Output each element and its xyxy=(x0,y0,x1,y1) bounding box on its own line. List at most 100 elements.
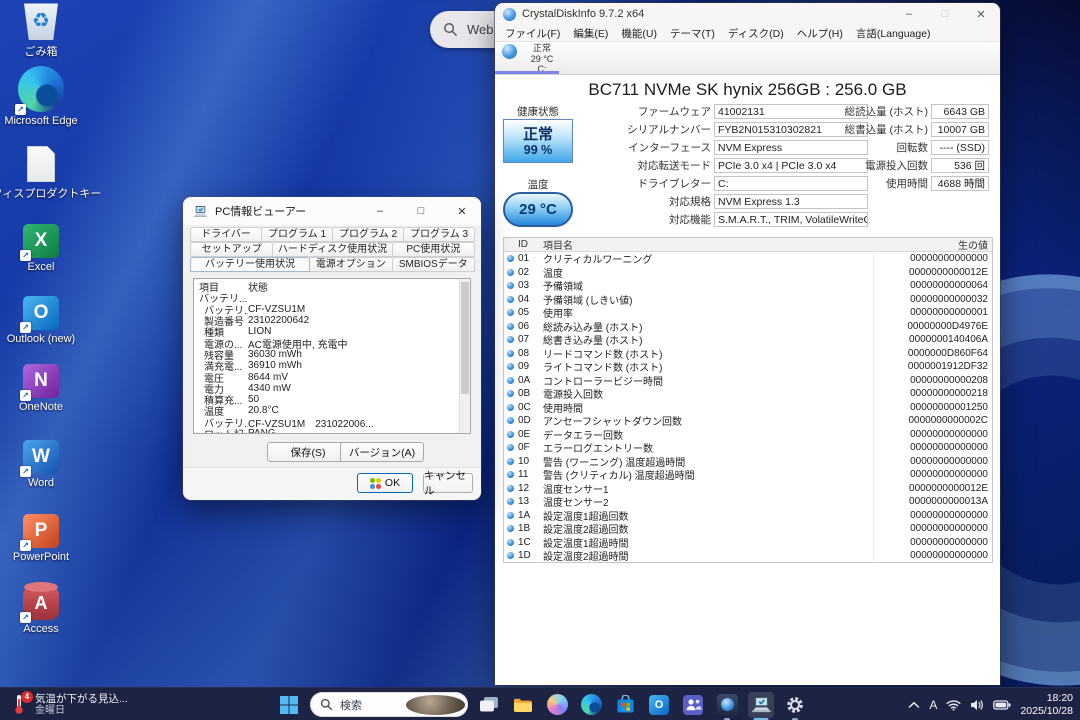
desktop-icon-access[interactable]: A↗ Access xyxy=(0,586,82,635)
smart-row[interactable]: 12温度センサー10000000000012E xyxy=(504,482,992,496)
menu-disk[interactable]: ディスク(D) xyxy=(728,26,784,41)
shortcut-arrow-icon: ↗ xyxy=(20,612,31,623)
tab-smbios-data[interactable]: SMBIOSデータ xyxy=(392,257,475,272)
smart-row[interactable]: 03予備領域00000000000064 xyxy=(504,279,992,293)
smart-row[interactable]: 0C使用時間00000000001250 xyxy=(504,401,992,415)
desktop-icon-onenote[interactable]: N↗ OneNote xyxy=(0,364,82,413)
tab-program1[interactable]: プログラム 1 xyxy=(261,227,333,242)
pc-info-viewer-taskbar-button[interactable] xyxy=(748,692,774,718)
desktop-icon-recycle-bin[interactable]: ♻ ごみ箱 xyxy=(0,2,82,59)
tab-program2[interactable]: プログラム 2 xyxy=(332,227,404,242)
cdi-title: CrystalDiskInfo 9.7.2 x64 xyxy=(522,8,888,20)
taskbar-clock[interactable]: 18:20 2025/10/28 xyxy=(1020,692,1073,717)
menu-file[interactable]: ファイル(F) xyxy=(505,26,560,41)
crystaldiskinfo-taskbar-button[interactable] xyxy=(714,692,740,718)
desktop-icon-office-product-key[interactable]: オフィスプロダクトキー xyxy=(0,146,82,201)
store-button[interactable] xyxy=(612,692,638,718)
smart-row[interactable]: 0B電源投入回数00000000000218 xyxy=(504,387,992,401)
cancel-button[interactable]: キャンセル xyxy=(423,473,473,493)
minimize-button[interactable]: – xyxy=(363,199,397,223)
desktop-icon-outlook[interactable]: O↗ Outlook (new) xyxy=(0,296,82,345)
volume-button[interactable] xyxy=(970,699,984,711)
menu-language[interactable]: 言語(Language) xyxy=(856,26,931,41)
desktop-icon-edge[interactable]: ↗ Microsoft Edge xyxy=(0,66,82,127)
tab-program3[interactable]: プログラム 3 xyxy=(403,227,475,242)
smart-row[interactable]: 04予備領域 (しきい値)00000000000032 xyxy=(504,293,992,307)
maximize-button[interactable]: □ xyxy=(404,199,438,223)
file-explorer-button[interactable] xyxy=(510,692,536,718)
smart-row[interactable]: 10警告 (ワーニング) 温度超過時間00000000000000 xyxy=(504,455,992,469)
tab-pc-usage[interactable]: PC使用状況 xyxy=(392,242,475,257)
menu-function[interactable]: 機能(U) xyxy=(621,26,657,41)
desktop-icon-excel[interactable]: X↗ Excel xyxy=(0,224,82,273)
battery-button[interactable] xyxy=(993,700,1011,710)
field-row: 使用時間4688 時間 xyxy=(835,176,989,191)
smart-row[interactable]: 1A設定温度1超過回数00000000000000 xyxy=(504,509,992,523)
version-button[interactable]: バージョン(A) xyxy=(340,442,424,462)
menu-edit[interactable]: 編集(E) xyxy=(573,26,608,41)
field-row: 対応規格NVM Express 1.3 xyxy=(583,194,868,209)
health-status-box: 正常 99 % xyxy=(503,119,573,163)
smart-row[interactable]: 1B設定温度2超過回数00000000000000 xyxy=(504,522,992,536)
disk-selector-strip: 正常 29 °C C: xyxy=(495,42,1000,75)
smart-row[interactable]: 0Eデータエラー回数00000000000000 xyxy=(504,428,992,442)
tab-hdd-usage[interactable]: ハードディスク使用状況 xyxy=(272,242,392,257)
desktop-icon-powerpoint[interactable]: P↗ PowerPoint xyxy=(0,514,82,563)
search-highlight-image[interactable] xyxy=(406,695,465,715)
menu-theme[interactable]: テーマ(T) xyxy=(670,26,715,41)
task-view-button[interactable] xyxy=(476,692,502,718)
smart-row[interactable]: 0Aコントローラービジー時間00000000000208 xyxy=(504,374,992,388)
close-button[interactable]: ✕ xyxy=(966,8,996,21)
field-value: NVM Express 1.3 xyxy=(714,194,868,209)
tab-power-options[interactable]: 電源オプション xyxy=(309,257,392,272)
tab-battery-usage[interactable]: バッテリー使用状況 xyxy=(190,257,310,272)
desktop-icon-label: OneNote xyxy=(19,401,63,413)
smart-row[interactable]: 1C設定温度1超過時間00000000000000 xyxy=(504,536,992,550)
smart-row[interactable]: 06総読み込み量 (ホスト)00000000D4976E xyxy=(504,320,992,334)
scrollbar[interactable] xyxy=(459,279,470,433)
crystaldiskinfo-window: CrystalDiskInfo 9.7.2 x64 – □ ✕ ファイル(F) … xyxy=(495,3,1000,685)
smart-row[interactable]: 1D設定温度2超過時間00000000000000 xyxy=(504,549,992,563)
taskbar-search-box[interactable]: 検索 xyxy=(310,692,468,717)
copilot-button[interactable] xyxy=(544,692,570,718)
smart-row[interactable]: 05使用率00000000000001 xyxy=(504,306,992,320)
cdi-titlebar[interactable]: CrystalDiskInfo 9.7.2 x64 – □ ✕ xyxy=(495,3,1000,25)
scrollbar-thumb[interactable] xyxy=(461,282,469,394)
tab-setup[interactable]: セットアップ xyxy=(190,242,273,257)
smart-row[interactable]: 07総書き込み量 (ホスト)0000000140406A xyxy=(504,333,992,347)
teams-button[interactable] xyxy=(680,692,706,718)
field-value: ---- (SSD) xyxy=(931,140,989,155)
wifi-button[interactable] xyxy=(946,699,961,711)
desktop-icon-label: Microsoft Edge xyxy=(4,115,77,127)
smart-row[interactable]: 0Dアンセーフシャットダウン回数0000000000002C xyxy=(504,414,992,428)
smart-row[interactable]: 09ライトコマンド数 (ホスト)0000001912DF32 xyxy=(504,360,992,374)
maximize-button[interactable]: □ xyxy=(930,8,960,20)
close-button[interactable]: ✕ xyxy=(445,199,479,223)
minimize-button[interactable]: – xyxy=(894,8,924,20)
smart-row[interactable]: 08リードコマンド数 (ホスト)0000000D860F64 xyxy=(504,347,992,361)
desktop-icon-word[interactable]: W↗ Word xyxy=(0,440,82,489)
hidden-icons-chevron[interactable] xyxy=(908,701,920,709)
field-value: 6643 GB xyxy=(931,104,989,119)
outlook-button[interactable]: O xyxy=(646,692,672,718)
chevron-up-icon xyxy=(908,701,920,709)
smart-row[interactable]: 02温度0000000000012E xyxy=(504,266,992,280)
edge-button[interactable] xyxy=(578,692,604,718)
battery-status-list[interactable]: 項目 状態 バッテリ... バッテリ...CF-VZSU1M 製造番号23102… xyxy=(193,278,471,434)
ime-indicator[interactable]: A xyxy=(929,698,937,712)
smart-row[interactable]: 11警告 (クリティカル) 温度超過時間00000000000000 xyxy=(504,468,992,482)
ok-button[interactable]: OK xyxy=(357,473,413,493)
app-pinwheel-icon xyxy=(370,478,381,489)
pcv-titlebar[interactable]: PC情報ビューアー – □ ✕ xyxy=(183,197,481,225)
disk-tab[interactable]: 正常 29 °C C: xyxy=(518,43,566,75)
widgets-button[interactable]: 4 気温が下がる見込... 金曜日 xyxy=(4,688,136,720)
smart-row[interactable]: 0Fエラーログエントリー数00000000000000 xyxy=(504,441,992,455)
settings-taskbar-button[interactable] xyxy=(782,692,808,718)
smart-row[interactable]: 13温度センサー20000000000013A xyxy=(504,495,992,509)
start-button[interactable] xyxy=(276,692,302,718)
tab-driver[interactable]: ドライバー xyxy=(190,227,262,242)
smart-row[interactable]: 01クリティカルワーニング00000000000000 xyxy=(504,252,992,266)
search-placeholder: 検索 xyxy=(340,697,399,713)
menu-help[interactable]: ヘルプ(H) xyxy=(797,26,843,41)
save-button[interactable]: 保存(S) xyxy=(267,442,349,462)
